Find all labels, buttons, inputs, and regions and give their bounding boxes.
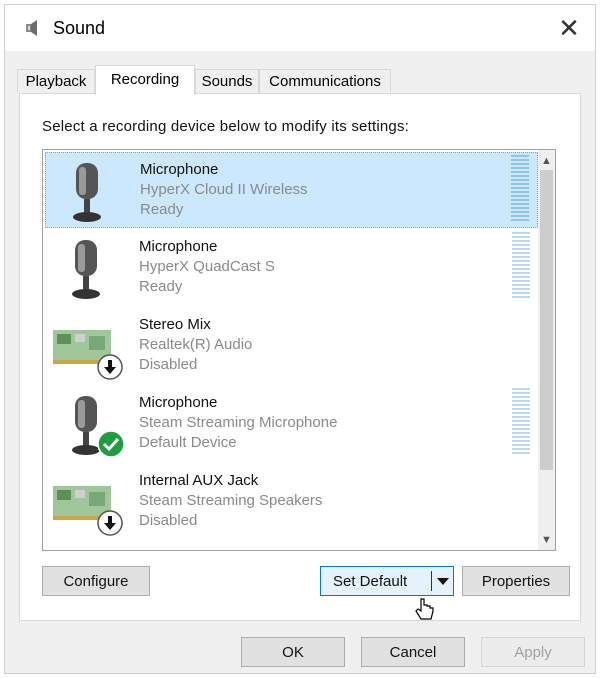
scroll-thumb[interactable] [540,170,553,470]
cancel-button[interactable]: Cancel [361,637,465,667]
disabled-arrow-icon [97,354,123,380]
mouse-cursor-icon [415,598,434,620]
configure-button[interactable]: Configure [42,566,150,596]
sound-dialog: Sound ✕ Playback Recording Sounds Commun… [4,4,596,674]
close-button[interactable]: ✕ [549,11,589,45]
device-name: Internal AUX Jack [139,472,259,489]
microphone-icon [73,163,101,222]
speaker-icon [26,20,37,36]
device-description: Realtek(R) Audio [139,336,253,353]
instruction-text: Select a recording device below to modif… [42,118,410,135]
microphone-icon [72,240,100,299]
device-description: HyperX Cloud II Wireless [140,181,308,198]
window-title: Sound [53,18,106,38]
set-default-label: Set Default [333,572,408,590]
device-item-hyperx-quadcast[interactable]: Microphone HyperX QuadCast S Ready [45,230,538,306]
vertical-scrollbar[interactable]: ▲ ▼ [538,150,555,550]
scroll-down-icon[interactable]: ▼ [538,531,555,548]
recording-panel: Select a recording device below to modif… [19,93,581,621]
device-item-internal-aux[interactable]: Internal AUX Jack Steam Streaming Speake… [45,464,538,540]
device-status: Ready [140,201,184,218]
device-list[interactable]: Microphone HyperX Cloud II Wireless Read… [42,149,556,551]
level-meter [512,232,530,298]
tab-playback[interactable]: Playback [17,69,95,93]
device-name: Microphone [140,161,219,178]
close-icon: ✕ [558,12,580,43]
device-status: Default Device [139,434,237,451]
dropdown-arrow-icon[interactable] [437,578,449,585]
tab-strip: Playback Recording Sounds Communications [17,65,583,95]
default-check-icon [97,430,125,458]
device-name: Microphone [139,238,218,255]
scroll-up-icon[interactable]: ▲ [538,152,555,169]
level-meter [512,388,530,454]
title-bar: Sound ✕ [5,5,595,51]
properties-button[interactable]: Properties [462,566,570,596]
device-name: Stereo Mix [139,316,211,333]
split-divider [431,571,432,591]
device-status: Ready [139,278,183,295]
device-description: HyperX QuadCast S [139,258,275,275]
apply-button[interactable]: Apply [481,637,585,667]
device-status: Disabled [139,512,198,529]
device-item-hyperx-cloud[interactable]: Microphone HyperX Cloud II Wireless Read… [45,152,538,228]
device-description: Steam Streaming Speakers [139,492,323,509]
level-meter [511,155,529,221]
tab-recording[interactable]: Recording [95,65,195,95]
device-description: Steam Streaming Microphone [139,414,338,431]
device-item-steam-microphone[interactable]: Microphone Steam Streaming Microphone De… [45,386,538,462]
device-status: Disabled [139,356,198,373]
device-name: Microphone [139,394,218,411]
ok-button[interactable]: OK [241,637,345,667]
disabled-arrow-icon [97,510,123,536]
device-item-stereo-mix[interactable]: Stereo Mix Realtek(R) Audio Disabled [45,308,538,384]
set-default-button[interactable]: Set Default [320,566,454,596]
tab-communications[interactable]: Communications [259,69,391,93]
tab-sounds[interactable]: Sounds [195,69,259,93]
